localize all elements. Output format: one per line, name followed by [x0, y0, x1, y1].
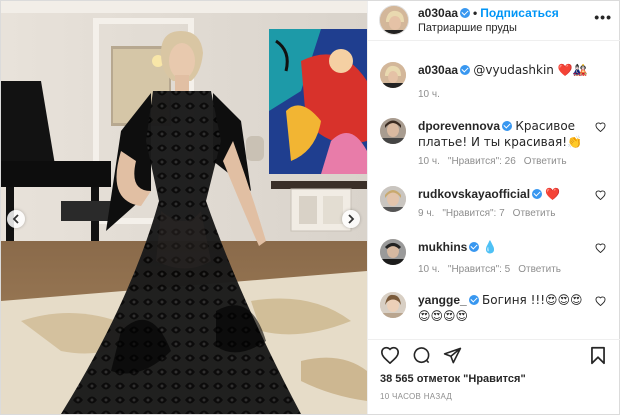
reply-button[interactable]: Ответить	[524, 156, 567, 167]
chevron-right-icon	[348, 214, 355, 224]
comments-list[interactable]: a030aa @vyudashkin ❤️🎎 10 ч. dporevennov…	[368, 42, 620, 339]
instagram-post: a030aa • Подписаться Патриаршие пруды ••• …	[0, 0, 620, 415]
likes-count[interactable]: 38 565 отметок "Нравится"	[380, 373, 526, 385]
comment-likes[interactable]: "Нравится": 5	[448, 264, 510, 275]
comment-username[interactable]: dporevennova	[418, 119, 500, 133]
caption-time[interactable]: 10 ч.	[418, 89, 440, 100]
comment-text: dporevennova Красивое платье! И ты краси…	[418, 118, 588, 150]
separator-dot: •	[473, 6, 478, 20]
photo-scene	[1, 1, 367, 414]
comment-time[interactable]: 10 ч.	[418, 264, 440, 275]
comment-avatar[interactable]	[380, 239, 406, 265]
verified-icon	[460, 8, 471, 18]
comment-avatar[interactable]	[380, 118, 406, 144]
comment-username[interactable]: yangge_	[418, 293, 467, 307]
comment-avatar[interactable]	[380, 292, 406, 318]
comment-text: mukhins 💧	[418, 239, 588, 255]
verified-icon	[460, 65, 471, 75]
post-location[interactable]: Патриаршие пруды	[418, 22, 517, 34]
comment-content: ❤️	[545, 187, 561, 201]
verified-icon	[532, 189, 543, 199]
post-photo[interactable]	[1, 1, 367, 414]
reply-button[interactable]: Ответить	[513, 208, 556, 219]
bookmark-icon[interactable]	[590, 346, 606, 365]
previous-photo-button[interactable]	[7, 210, 25, 228]
comment-text: rudkovskayaofficial ❤️	[418, 186, 588, 202]
comment-username[interactable]: rudkovskayaofficial	[418, 187, 530, 201]
share-icon[interactable]	[443, 346, 462, 365]
like-comment-heart-icon[interactable]	[595, 243, 606, 253]
more-options-icon[interactable]: •••	[594, 9, 612, 25]
caption-avatar[interactable]	[380, 62, 406, 88]
comment-meta: 9 ч. "Нравится": 7 Ответить	[418, 208, 563, 219]
follow-button[interactable]: Подписаться	[480, 6, 558, 20]
caption-meta: 10 ч.	[418, 89, 448, 100]
caption-text: a030aa @vyudashkin ❤️🎎	[418, 62, 588, 78]
author-avatar[interactable]	[379, 5, 409, 35]
caption-content: @vyudashkin ❤️🎎	[473, 63, 588, 77]
like-comment-heart-icon[interactable]	[595, 122, 606, 132]
comment-likes[interactable]: "Нравится": 7	[442, 208, 504, 219]
author-line: a030aa • Подписаться	[418, 6, 559, 20]
chevron-left-icon	[12, 214, 19, 224]
post-actions	[368, 339, 620, 373]
author-username[interactable]: a030aa	[418, 6, 458, 20]
comment-icon[interactable]	[412, 346, 431, 365]
comment-meta: 10 ч. "Нравится": 26 Ответить	[418, 156, 575, 167]
post-side-panel: a030aa • Подписаться Патриаршие пруды ••• …	[367, 1, 620, 414]
like-comment-heart-icon[interactable]	[595, 190, 606, 200]
comment-time[interactable]: 10 ч.	[418, 156, 440, 167]
verified-icon	[502, 121, 513, 131]
comment-content: 💧	[482, 240, 498, 254]
comment-avatar[interactable]	[380, 186, 406, 212]
caption-username[interactable]: a030aa	[418, 63, 458, 77]
comment-meta: 10 ч. "Нравится": 5 Ответить	[418, 264, 569, 275]
comment-time[interactable]: 9 ч.	[418, 208, 434, 219]
next-photo-button[interactable]	[342, 210, 360, 228]
comment-likes[interactable]: "Нравится": 26	[448, 156, 516, 167]
post-header: a030aa • Подписаться Патриаршие пруды •••	[368, 1, 620, 41]
like-comment-heart-icon[interactable]	[595, 296, 606, 306]
reply-button[interactable]: Ответить	[518, 264, 561, 275]
heart-icon[interactable]	[380, 346, 400, 364]
comment-username[interactable]: mukhins	[418, 240, 467, 254]
comment-text: yangge_ Богиня !!!😍😍😍😍😍😍😍	[418, 292, 588, 324]
verified-icon	[468, 295, 479, 305]
post-timestamp[interactable]: 10 ЧАСОВ НАЗАД	[380, 392, 452, 401]
verified-icon	[469, 242, 480, 252]
